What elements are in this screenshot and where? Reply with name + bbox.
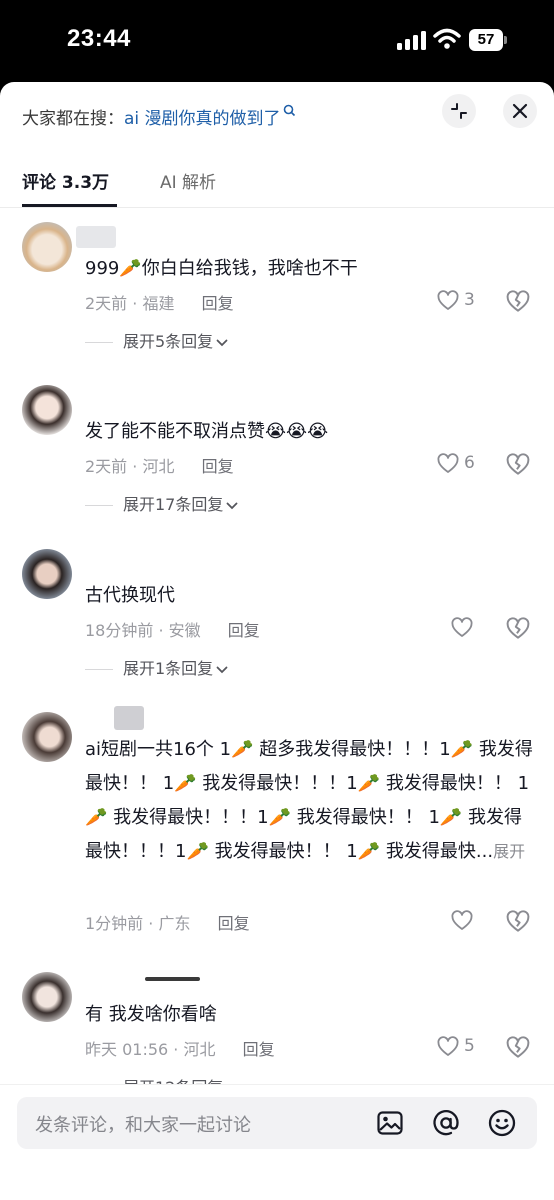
expand-replies[interactable]: 展开5条回复 <box>85 328 228 352</box>
like-button[interactable] <box>450 616 510 642</box>
comment-placeholder: 发条评论，和大家一起讨论 <box>35 1115 251 1136</box>
battery-icon: 57 <box>469 29 507 51</box>
comment-text: 发了能不能不取消点赞😭😭😭 <box>85 421 329 442</box>
signal-icon <box>397 30 427 50</box>
collapse-button[interactable] <box>442 94 476 128</box>
suggested-search[interactable]: 大家都在搜：ai 漫剧你真的做到了 <box>22 104 296 134</box>
chevron-down-icon <box>226 502 238 509</box>
heart-icon <box>437 453 459 473</box>
active-tab-indicator <box>22 204 117 207</box>
expand-replies[interactable]: 展开17条回复 <box>85 491 238 515</box>
search-term[interactable]: ai 漫剧你真的做到了 <box>124 109 281 129</box>
battery-level: 57 <box>469 29 503 51</box>
chevron-down-icon <box>216 339 228 346</box>
reply-button[interactable]: 回复 <box>243 1040 275 1059</box>
heart-icon <box>451 910 473 930</box>
like-button[interactable] <box>450 909 510 935</box>
tab-ai-analysis[interactable]: AI 解析 <box>160 168 216 193</box>
dislike-button[interactable] <box>505 452 531 478</box>
comment-location: 广东 <box>158 914 191 933</box>
expand-text-button[interactable]: 展开 <box>493 842 525 861</box>
avatar[interactable] <box>22 222 72 272</box>
comment-time: 2天前 <box>85 457 128 476</box>
emoji-icon[interactable] <box>487 1108 517 1138</box>
like-button[interactable]: 6 <box>436 452 496 478</box>
avatar[interactable] <box>22 972 72 1022</box>
comment-location: 安徽 <box>168 621 201 640</box>
chevron-down-icon <box>216 666 228 673</box>
avatar[interactable] <box>22 549 72 599</box>
comments-sheet: 大家都在搜：ai 漫剧你真的做到了 评论 3.3万 AI 解析 999🥕你白白给… <box>0 82 554 1200</box>
comment-meta: 1分钟前 · 广东 回复 <box>85 914 250 933</box>
status-time: 23:44 <box>67 25 131 52</box>
comment-time: 1分钟前 <box>85 914 144 933</box>
close-icon <box>512 103 528 119</box>
broken-heart-icon <box>506 1036 530 1058</box>
comment-text: 古代换现代 <box>85 585 175 606</box>
wifi-icon <box>433 28 461 50</box>
username-redacted[interactable] <box>145 977 200 981</box>
comment-text: 999🥕你白白给我钱，我啥也不干 <box>85 258 358 279</box>
heart-icon <box>451 617 473 637</box>
comment-location: 河北 <box>183 1040 216 1059</box>
comment-text: ai短剧一共16个 1🥕 超多我发得最快！！！1🥕 我发得最快！！ 1🥕 我发得… <box>85 739 533 862</box>
like-count: 3 <box>464 290 475 310</box>
dislike-button[interactable] <box>505 289 531 315</box>
dislike-button[interactable] <box>505 1035 531 1061</box>
dislike-button[interactable] <box>505 616 531 642</box>
avatar[interactable] <box>22 385 72 435</box>
dislike-button[interactable] <box>505 909 531 935</box>
comment-text: 有 我发啥你看啥 <box>85 1004 217 1025</box>
comment-input-bar: 发条评论，和大家一起讨论 <box>0 1084 554 1200</box>
comment-time: 昨天 01:56 <box>85 1040 169 1059</box>
username-redacted[interactable] <box>76 226 116 248</box>
comment-meta: 18分钟前 · 安徽 回复 <box>85 621 260 640</box>
search-prefix: 大家都在搜： <box>22 109 124 129</box>
tab-comments[interactable]: 评论 3.3万 <box>22 168 109 193</box>
reply-button[interactable]: 回复 <box>228 621 260 640</box>
comment-meta: 昨天 01:56 · 河北 回复 <box>85 1040 275 1059</box>
comment-input[interactable]: 发条评论，和大家一起讨论 <box>17 1097 537 1149</box>
broken-heart-icon <box>506 290 530 312</box>
expand-replies[interactable]: 展开1条回复 <box>85 655 228 679</box>
reply-button[interactable]: 回复 <box>202 457 234 476</box>
comment-location: 河北 <box>142 457 175 476</box>
tab-bar: 评论 3.3万 AI 解析 <box>0 160 554 208</box>
broken-heart-icon <box>506 617 530 639</box>
comment-location: 福建 <box>142 294 175 313</box>
heart-icon <box>437 290 459 310</box>
heart-icon <box>437 1036 459 1056</box>
close-button[interactable] <box>503 94 537 128</box>
username-redacted[interactable] <box>114 706 144 730</box>
broken-heart-icon <box>506 453 530 475</box>
like-button[interactable]: 5 <box>436 1035 496 1061</box>
status-bar: 23:44 57 <box>0 0 554 82</box>
collapse-icon <box>451 103 467 119</box>
like-button[interactable]: 3 <box>436 289 496 315</box>
reply-button[interactable]: 回复 <box>218 914 250 933</box>
comment-meta: 2天前 · 福建 回复 <box>85 294 234 313</box>
at-icon[interactable] <box>431 1108 461 1138</box>
comment-time: 18分钟前 <box>85 621 154 640</box>
broken-heart-icon <box>506 910 530 932</box>
search-icon <box>283 104 295 117</box>
comment-time: 2天前 <box>85 294 128 313</box>
reply-button[interactable]: 回复 <box>202 294 234 313</box>
like-count: 5 <box>464 1036 475 1056</box>
comment-meta: 2天前 · 河北 回复 <box>85 457 234 476</box>
avatar[interactable] <box>22 712 72 762</box>
image-icon[interactable] <box>375 1108 405 1138</box>
like-count: 6 <box>464 453 475 473</box>
